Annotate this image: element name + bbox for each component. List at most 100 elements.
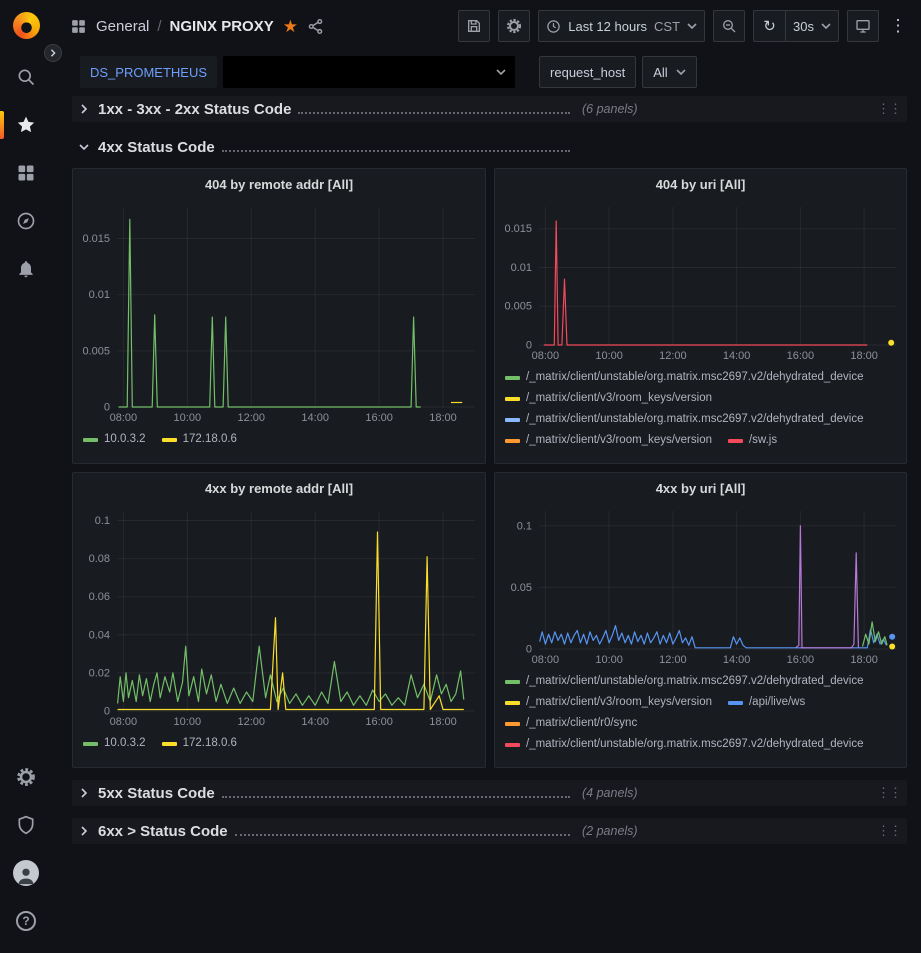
legend-label: 10.0.3.2 <box>104 733 146 754</box>
legend-color-dash <box>162 742 177 746</box>
sidebar: ? <box>0 0 52 953</box>
datasource-variable-label[interactable]: DS_PROMETHEUS <box>80 56 217 88</box>
panel-legend: /_matrix/client/unstable/org.matrix.msc2… <box>495 365 906 463</box>
legend-item[interactable]: /_matrix/client/unstable/org.matrix.msc2… <box>505 734 864 755</box>
legend-item[interactable]: /_matrix/client/unstable/org.matrix.msc2… <box>505 409 864 430</box>
legend-item[interactable]: 172.18.0.6 <box>162 733 237 754</box>
breadcrumb-separator: / <box>157 18 161 35</box>
legend-item[interactable]: /_matrix/client/v3/room_keys/version <box>505 692 712 713</box>
legend-color-dash <box>728 439 743 443</box>
sidebar-item-server-admin[interactable] <box>0 801 52 849</box>
row-header-1xx-3xx-2xx[interactable]: 1xx - 3xx - 2xx Status Code (6 panels) ⋮… <box>72 96 907 122</box>
refresh-interval-select[interactable]: 30s <box>785 10 839 42</box>
apps-grid-icon[interactable] <box>70 18 87 35</box>
svg-text:14:00: 14:00 <box>723 654 751 666</box>
refresh-button[interactable]: ↻ <box>753 10 785 42</box>
sidebar-item-configuration[interactable] <box>0 753 52 801</box>
row-drag-handle[interactable]: ⋮⋮ <box>877 823 901 839</box>
favorite-star-icon[interactable]: ★ <box>283 18 298 35</box>
row-drag-handle[interactable]: ⋮⋮ <box>877 101 901 117</box>
share-icon[interactable] <box>307 18 324 35</box>
legend-label: /_matrix/client/unstable/org.matrix.msc2… <box>526 734 864 755</box>
svg-text:18:00: 18:00 <box>850 654 878 666</box>
time-series-chart[interactable]: 00.0050.010.01508:0010:0012:0014:0016:00… <box>495 199 906 365</box>
legend-label: /api/live/ws <box>749 692 805 713</box>
sidebar-item-explore[interactable] <box>0 197 52 245</box>
more-options-kebab[interactable]: ⋮ <box>887 10 909 42</box>
time-series-chart[interactable]: 00.0050.010.01508:0010:0012:0014:0016:00… <box>73 199 485 427</box>
time-series-chart[interactable]: 00.020.040.060.080.108:0010:0012:0014:00… <box>73 503 485 731</box>
sidebar-item-starred[interactable] <box>0 101 52 149</box>
legend-label: /_matrix/client/unstable/org.matrix.msc2… <box>526 367 864 388</box>
svg-text:0.01: 0.01 <box>89 289 110 301</box>
save-icon <box>466 18 482 34</box>
panel-4xx-by-uri: 4xx by uri [All] 00.050.108:0010:0012:00… <box>494 472 907 768</box>
legend-color-dash <box>83 438 98 442</box>
chevron-down-icon <box>676 69 686 75</box>
legend-color-dash <box>505 418 520 422</box>
datasource-select[interactable] <box>223 56 515 88</box>
avatar <box>13 860 39 886</box>
svg-text:0.08: 0.08 <box>89 553 110 565</box>
legend-item[interactable]: 10.0.3.2 <box>83 429 146 450</box>
grafana-logo[interactable] <box>13 12 40 39</box>
svg-text:08:00: 08:00 <box>110 412 138 424</box>
row-dots-leader <box>222 796 570 798</box>
row-header-4xx[interactable]: 4xx Status Code <box>72 134 907 160</box>
legend-item[interactable]: 10.0.3.2 <box>83 733 146 754</box>
legend-item[interactable]: /_matrix/client/v3/room_keys/version <box>505 430 712 451</box>
request-host-select[interactable]: All <box>642 56 696 88</box>
breadcrumb: General / NGINX PROXY <box>96 18 274 35</box>
dashboard-settings-button[interactable] <box>498 10 530 42</box>
clock-icon <box>546 19 561 34</box>
sidebar-item-dashboards[interactable] <box>0 149 52 197</box>
zoom-out-button[interactable] <box>713 10 745 42</box>
legend-item[interactable]: /api/live/ws <box>728 692 805 713</box>
legend-item[interactable]: /_matrix/client/r0/sync <box>505 713 637 734</box>
tv-mode-button[interactable] <box>847 10 879 42</box>
row-drag-handle[interactable]: ⋮⋮ <box>877 785 901 801</box>
refresh-icon: ↻ <box>763 19 776 34</box>
row-title: 5xx Status Code <box>98 785 215 802</box>
legend-color-dash <box>505 743 520 747</box>
refresh-interval-label: 30s <box>793 19 814 34</box>
row-header-6xx[interactable]: 6xx > Status Code (2 panels) ⋮⋮ <box>72 818 907 844</box>
legend-item[interactable]: 172.18.0.6 <box>162 429 237 450</box>
svg-text:0.04: 0.04 <box>89 629 110 641</box>
legend-item[interactable]: /_matrix/client/v3/room_keys/version <box>505 388 712 409</box>
dashboards-grid-icon <box>16 163 36 183</box>
help-icon: ? <box>16 911 36 931</box>
sidebar-expand-button[interactable] <box>44 44 62 62</box>
legend-label: 172.18.0.6 <box>183 429 237 450</box>
panel-title[interactable]: 404 by remote addr [All] <box>73 169 485 199</box>
legend-color-dash <box>83 742 98 746</box>
time-range-picker[interactable]: Last 12 hours CST <box>538 10 705 42</box>
sidebar-item-alerting[interactable] <box>0 245 52 293</box>
row-title: 6xx > Status Code <box>98 823 228 840</box>
shield-icon <box>16 815 36 835</box>
refresh-button-group: ↻ 30s <box>753 10 839 42</box>
star-icon <box>16 115 36 135</box>
panel-title[interactable]: 404 by uri [All] <box>495 169 906 199</box>
svg-text:0.05: 0.05 <box>511 582 532 594</box>
save-dashboard-button[interactable] <box>458 10 490 42</box>
time-series-chart[interactable]: 00.050.108:0010:0012:0014:0016:0018:00 <box>495 503 906 669</box>
legend-item[interactable]: /_matrix/client/unstable/org.matrix.msc2… <box>505 367 864 388</box>
gear-icon <box>506 18 522 34</box>
panel-title[interactable]: 4xx by remote addr [All] <box>73 473 485 503</box>
request-host-variable-label[interactable]: request_host <box>539 56 636 88</box>
sidebar-item-search[interactable] <box>0 53 52 101</box>
svg-text:10:00: 10:00 <box>595 654 623 666</box>
legend-item[interactable]: /_matrix/client/unstable/org.matrix.msc2… <box>505 671 864 692</box>
svg-text:0.005: 0.005 <box>82 345 110 357</box>
dashboard-title[interactable]: NGINX PROXY <box>170 18 274 35</box>
zoom-out-icon <box>721 18 737 34</box>
svg-text:08:00: 08:00 <box>110 716 138 728</box>
row-header-5xx[interactable]: 5xx Status Code (4 panels) ⋮⋮ <box>72 780 907 806</box>
breadcrumb-section[interactable]: General <box>96 18 149 35</box>
sidebar-item-help[interactable]: ? <box>0 897 52 945</box>
legend-item[interactable]: /sw.js <box>728 430 777 451</box>
sidebar-item-profile[interactable] <box>0 849 52 897</box>
row-dots-leader <box>235 834 570 836</box>
panel-title[interactable]: 4xx by uri [All] <box>495 473 906 503</box>
